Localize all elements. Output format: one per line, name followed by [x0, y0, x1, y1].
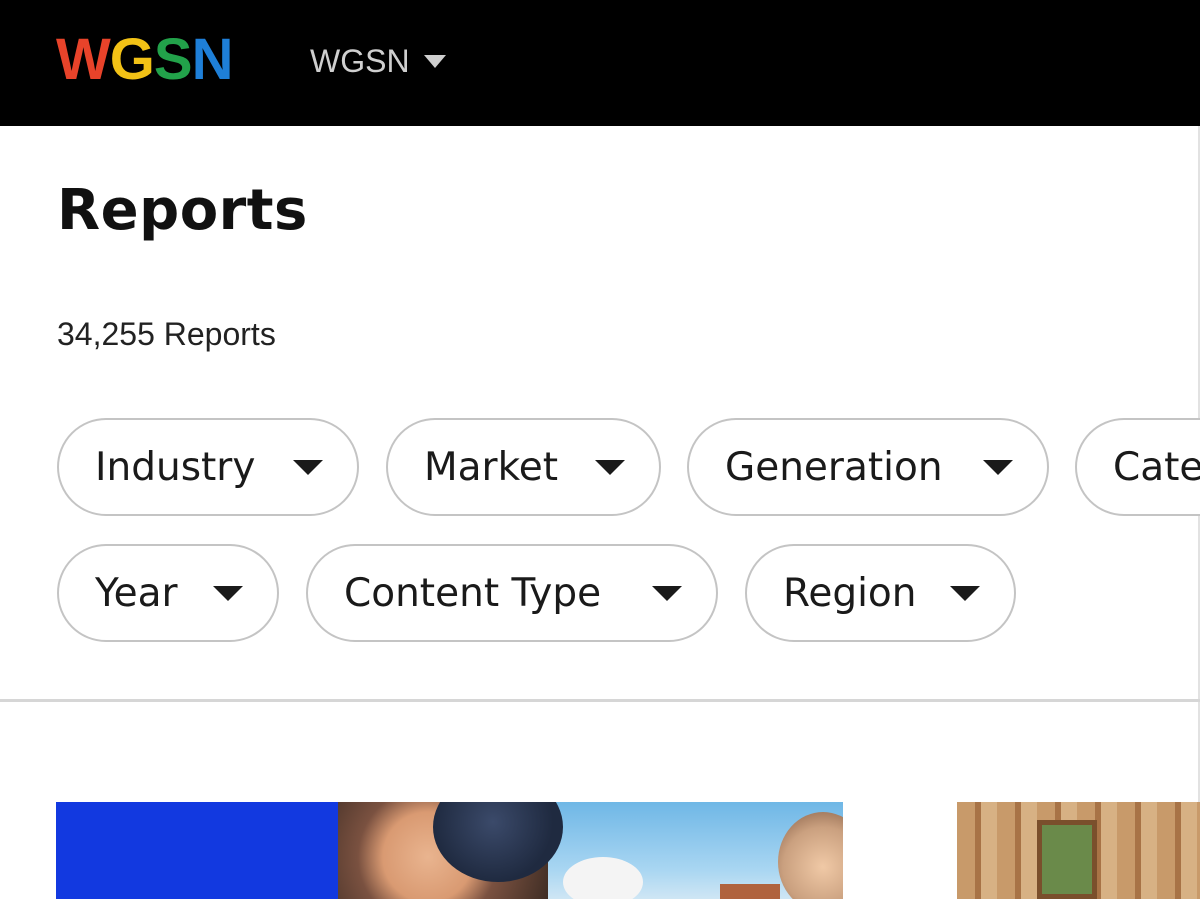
report-card-thumbnail-blue[interactable]: [56, 802, 338, 899]
org-switcher-label: WGSN: [310, 42, 410, 79]
photo-second-child: [778, 812, 843, 899]
filter-year[interactable]: Year: [57, 544, 279, 642]
filter-label: Content Type: [344, 570, 602, 616]
photo-roof: [720, 884, 780, 899]
photo-white-hair: [563, 857, 643, 899]
filter-content-type[interactable]: Content Type: [306, 544, 718, 642]
filter-label: Cate: [1113, 444, 1200, 490]
page-title: Reports: [57, 178, 308, 243]
filter-label: Industry: [95, 444, 256, 490]
filter-market[interactable]: Market: [386, 418, 661, 516]
wgsn-logo[interactable]: W G S N: [56, 27, 234, 92]
report-card-thumbnail-photo[interactable]: [338, 802, 843, 899]
section-divider: [0, 699, 1200, 702]
photo-window: [1037, 820, 1097, 899]
org-switcher-dropdown[interactable]: WGSN: [310, 40, 446, 82]
logo-letter-s: S: [153, 27, 193, 92]
chevron-down-icon: [213, 585, 243, 601]
filter-generation[interactable]: Generation: [687, 418, 1049, 516]
filter-industry[interactable]: Industry: [57, 418, 359, 516]
report-cards-row: [0, 802, 1200, 899]
filter-label: Year: [95, 570, 178, 616]
logo-letter-w: W: [56, 27, 111, 92]
report-count: 34,255 Reports: [57, 316, 276, 352]
chevron-down-icon: [983, 459, 1013, 475]
filter-category[interactable]: Cate: [1075, 418, 1200, 516]
report-card-thumbnail-interior[interactable]: [957, 802, 1200, 899]
filter-region[interactable]: Region: [745, 544, 1016, 642]
filter-label: Region: [783, 570, 917, 616]
top-navigation-bar: W G S N WGSN: [0, 0, 1200, 126]
chevron-down-icon: [595, 459, 625, 475]
chevron-down-icon: [652, 585, 682, 601]
main-content: Reports 34,255 Reports Industry Market G…: [0, 126, 1200, 899]
filter-label: Generation: [725, 444, 943, 490]
filter-label: Market: [424, 444, 559, 490]
chevron-down-icon: [293, 459, 323, 475]
chevron-down-icon: [423, 54, 446, 68]
chevron-down-icon: [950, 585, 980, 601]
logo-letter-g: G: [109, 27, 155, 92]
logo-letter-n: N: [191, 27, 234, 92]
